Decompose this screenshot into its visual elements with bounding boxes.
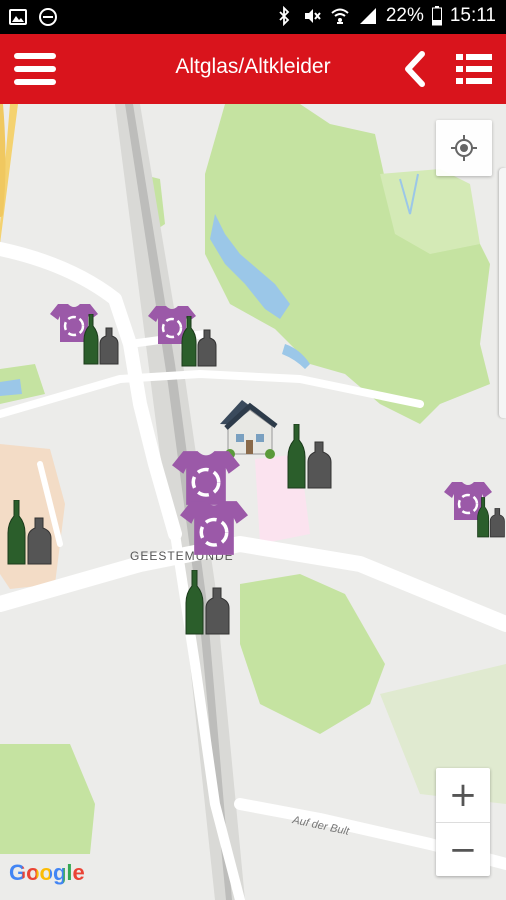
do-not-disturb-icon (39, 8, 57, 26)
glass-container-marker[interactable] (184, 570, 232, 638)
glass-container-marker[interactable] (476, 492, 506, 544)
menu-button[interactable] (12, 48, 58, 90)
attribution-text: Google (9, 860, 85, 885)
my-location-button[interactable] (436, 120, 492, 176)
zoom-out-button[interactable]: − (436, 822, 490, 876)
glass-container-marker[interactable] (6, 500, 54, 568)
back-button[interactable] (398, 48, 432, 90)
gallery-icon (9, 9, 27, 25)
chevron-left-icon (405, 51, 425, 87)
hamburger-icon (14, 53, 56, 85)
map-edge-handle (499, 168, 506, 418)
app-bar: Altglas/Altkleider (0, 34, 506, 104)
wifi-icon (331, 8, 349, 24)
map-view[interactable]: GEESTEMÜNDE Auf der Bult (0, 104, 506, 900)
google-logo: Google (9, 860, 85, 886)
status-bar: 22% 15:11 (0, 0, 506, 34)
clock: 15:11 (449, 5, 496, 26)
signal-icon (359, 8, 376, 24)
crosshair-icon (451, 135, 477, 161)
glass-container-marker[interactable] (82, 314, 120, 366)
battery-icon (431, 6, 442, 26)
glass-container-marker[interactable] (180, 316, 218, 368)
zoom-controls: + − (436, 768, 490, 876)
battery-percent: 22% (385, 5, 424, 26)
zoom-in-button[interactable]: + (436, 768, 490, 822)
glass-container-marker[interactable] (286, 424, 334, 492)
park-area (240, 574, 385, 734)
list-icon (456, 54, 492, 84)
list-view-button[interactable] (454, 50, 494, 88)
clothing-container-marker[interactable] (180, 498, 248, 558)
bluetooth-icon (279, 6, 290, 26)
mute-icon (304, 9, 321, 23)
map-base (0, 104, 506, 900)
park-area (0, 744, 95, 854)
